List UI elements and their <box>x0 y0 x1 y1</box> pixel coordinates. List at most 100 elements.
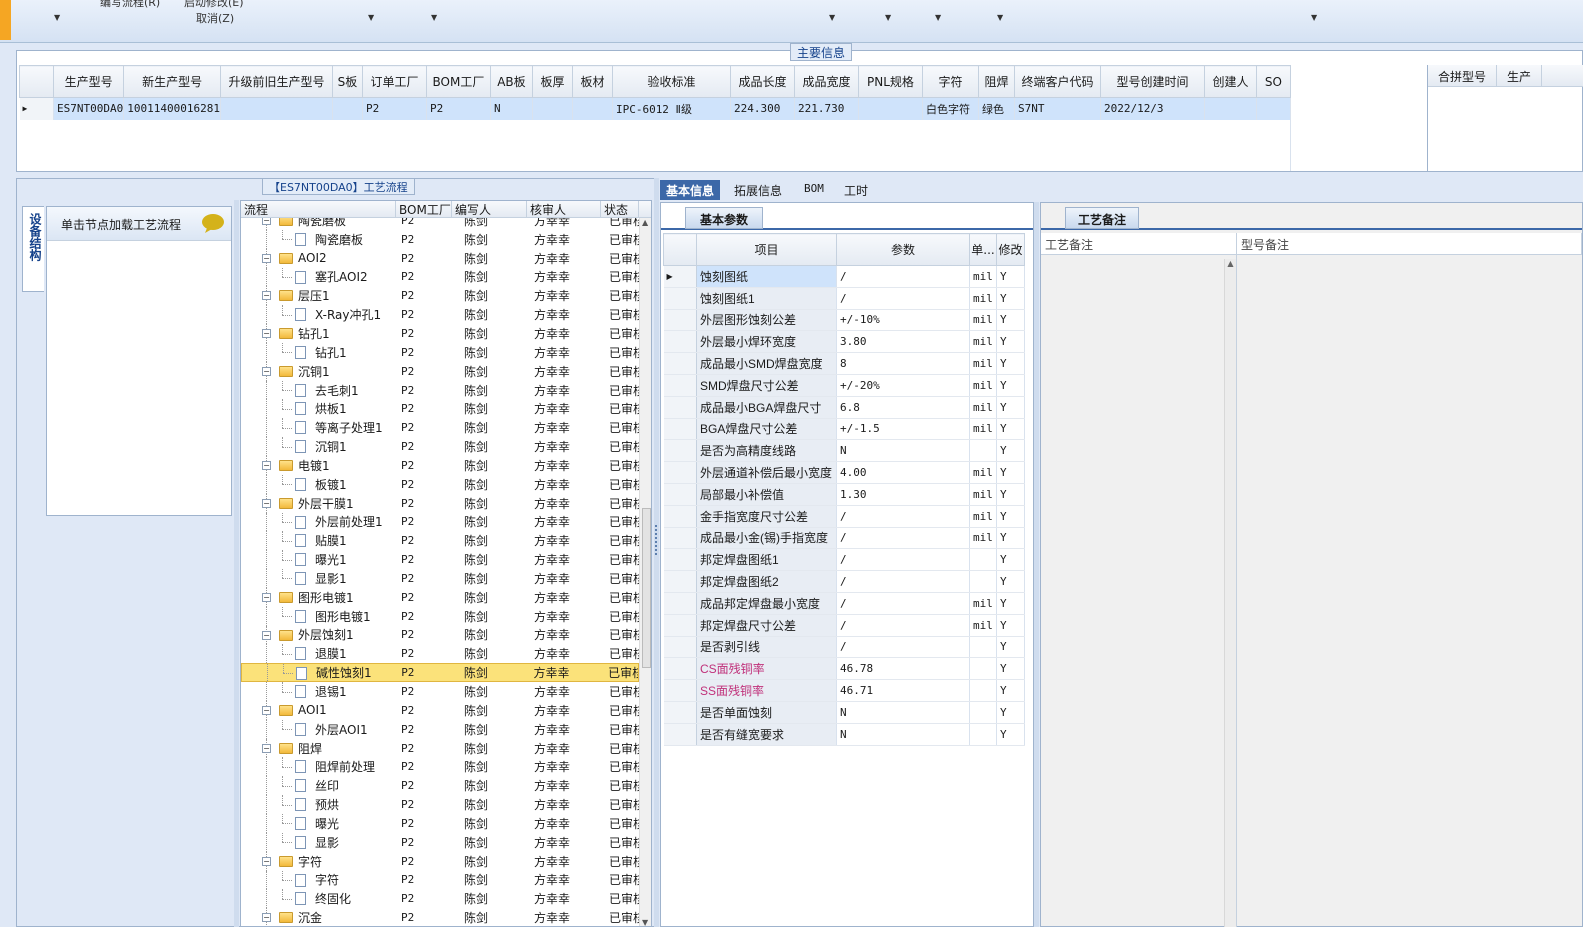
tab-equipment-structure[interactable]: 设备结构 <box>22 206 44 292</box>
main-col-header[interactable]: 板厚 <box>531 65 573 98</box>
main-cell[interactable] <box>572 97 613 120</box>
param-unit-cell[interactable]: mil <box>969 309 997 332</box>
main-cell[interactable]: S7NT <box>1014 97 1101 120</box>
param-item-cell[interactable]: 是否单面蚀刻 <box>696 701 837 724</box>
param-row[interactable]: 局部最小补偿值 1.30 mil Y <box>663 483 1025 506</box>
param-item-cell[interactable]: BGA焊盘尺寸公差 <box>696 418 837 441</box>
process-tree-row[interactable]: − 电镀1 P2 陈剑 方幸幸 已审核 <box>241 455 639 475</box>
param-row[interactable]: SS面残铜率 46.71 Y <box>663 679 1025 702</box>
col-modify[interactable]: 修改 <box>996 233 1025 266</box>
row-header[interactable] <box>663 396 697 419</box>
tab-extended-info[interactable]: 拓展信息 <box>728 180 788 200</box>
param-value-cell[interactable]: 6.8 <box>836 396 970 419</box>
process-tree-row[interactable]: 显影1 P2 陈剑 方幸幸 已审核 <box>241 569 639 588</box>
row-header[interactable] <box>663 592 697 615</box>
param-modify-cell[interactable]: Y <box>996 527 1025 550</box>
process-node[interactable]: 曝光1 <box>241 550 396 570</box>
param-modify-cell[interactable]: Y <box>996 679 1025 702</box>
param-row[interactable]: BGA焊盘尺寸公差 +/-1.5 mil Y <box>663 418 1025 441</box>
row-header[interactable] <box>663 657 697 681</box>
param-row[interactable]: 是否单面蚀刻 N Y <box>663 701 1025 724</box>
process-node[interactable]: 贴膜1 <box>241 531 396 551</box>
process-notes-title[interactable]: 工艺备注 <box>1065 207 1140 229</box>
main-cell[interactable]: N <box>490 97 533 120</box>
process-node[interactable]: 阻焊前处理 <box>241 757 396 777</box>
param-modify-cell[interactable]: Y <box>996 570 1025 593</box>
param-unit-cell[interactable] <box>969 548 997 572</box>
process-node[interactable]: 陶瓷磨板 <box>241 229 396 249</box>
dropdown-caret-icon[interactable]: ▼ <box>368 13 374 22</box>
param-item-cell[interactable]: 成品最小BGA焊盘尺寸 <box>696 396 837 419</box>
process-node[interactable]: 显影1 <box>241 569 396 588</box>
param-row[interactable]: 外层最小焊环宽度 3.80 mil Y <box>663 330 1025 354</box>
process-node[interactable]: − 钻孔1 <box>241 324 396 343</box>
param-item-cell[interactable]: 是否有缝宽要求 <box>696 723 837 746</box>
row-header[interactable] <box>663 352 697 375</box>
collapse-icon[interactable]: − <box>262 743 271 753</box>
param-modify-cell[interactable]: Y <box>996 396 1025 419</box>
row-header[interactable] <box>663 614 697 637</box>
param-unit-cell[interactable]: mil <box>969 396 997 419</box>
process-tree-row[interactable]: − 图形电镀1 P2 陈剑 方幸幸 已审核 <box>241 587 639 607</box>
tree-scrollbar[interactable]: ▲ ▼ <box>639 218 651 926</box>
param-row[interactable]: 是否有缝宽要求 N Y <box>663 723 1025 746</box>
param-unit-cell[interactable]: mil <box>969 527 997 550</box>
param-unit-cell[interactable]: mil <box>969 287 997 310</box>
param-modify-cell[interactable]: Y <box>996 439 1025 463</box>
process-node[interactable]: − 外层蚀刻1 <box>241 625 396 645</box>
process-tree-row[interactable]: − 字符 P2 陈剑 方幸幸 已审核 <box>241 851 639 871</box>
main-col-header[interactable]: 新生产型号 <box>123 65 221 98</box>
param-value-cell[interactable]: 3.80 <box>836 330 970 354</box>
process-notes-text[interactable]: ▲ <box>1041 255 1237 927</box>
param-item-cell[interactable]: 成品最小SMD焊盘宽度 <box>696 352 837 375</box>
param-item-cell[interactable]: 邦定焊盘图纸1 <box>696 548 837 572</box>
main-col-header[interactable]: 板材 <box>571 65 613 98</box>
param-row[interactable]: 邦定焊盘图纸1/ Y <box>663 548 1025 572</box>
param-modify-cell[interactable]: Y <box>996 505 1025 528</box>
param-value-cell[interactable]: 1.30 <box>836 483 970 506</box>
param-row[interactable]: 邦定焊盘图纸2/ Y <box>663 570 1025 593</box>
param-unit-cell[interactable]: mil <box>969 352 997 375</box>
param-row[interactable]: 外层图形蚀刻公差 +/-10% mil Y <box>663 309 1025 332</box>
main-cell[interactable]: 绿色 <box>978 97 1015 120</box>
main-col-header[interactable]: 升级前旧生产型号 <box>219 65 333 98</box>
param-value-cell[interactable]: / <box>836 527 970 550</box>
process-node[interactable]: 显影 <box>241 832 396 852</box>
collapse-icon[interactable]: − <box>262 592 271 602</box>
process-node[interactable]: 塞孔AOI2 <box>241 267 396 287</box>
process-node[interactable]: 烘板1 <box>241 399 396 419</box>
process-node[interactable]: 曝光 <box>241 814 396 833</box>
right-splitter[interactable] <box>1034 202 1039 927</box>
param-row[interactable]: SMD焊盘尺寸公差 +/-20% mil Y <box>663 374 1025 397</box>
row-header[interactable] <box>663 483 697 506</box>
param-modify-cell[interactable]: Y <box>996 701 1025 724</box>
collapse-icon[interactable]: − <box>262 498 271 508</box>
splitter-grip-icon[interactable] <box>655 525 657 555</box>
collapse-icon[interactable]: − <box>262 913 271 923</box>
param-modify-cell[interactable]: Y <box>996 309 1025 332</box>
process-node[interactable]: 退膜1 <box>241 644 396 664</box>
main-cell[interactable] <box>532 97 573 120</box>
main-cell[interactable]: 221.730 <box>794 97 859 120</box>
param-value-cell[interactable]: / <box>836 636 970 659</box>
main-col-header[interactable]: 型号创建时间 <box>1099 65 1205 98</box>
process-node[interactable]: 图形电镀1 <box>241 606 396 626</box>
process-tree-row[interactable]: 沉铜1 P2 陈剑 方幸幸 已审核 <box>241 437 639 456</box>
col-checker[interactable]: 核审人 <box>527 201 601 217</box>
param-unit-cell[interactable] <box>969 701 997 724</box>
main-cell[interactable] <box>220 97 333 120</box>
param-item-cell[interactable]: 局部最小补偿值 <box>696 483 837 506</box>
tab-basic-info[interactable]: 基本信息 <box>660 180 721 200</box>
param-modify-cell[interactable]: Y <box>996 657 1025 681</box>
param-unit-cell[interactable] <box>969 657 997 681</box>
col-value[interactable]: 参数 <box>836 233 970 266</box>
param-modify-cell[interactable]: Y <box>996 592 1025 615</box>
process-tree-row[interactable]: 终固化 P2 陈剑 方幸幸 已审核 <box>241 889 639 909</box>
process-node[interactable]: − 沉金 <box>241 908 396 926</box>
row-header[interactable] <box>663 374 697 397</box>
param-value-cell[interactable]: 8 <box>836 352 970 375</box>
scroll-up-icon[interactable]: ▲ <box>642 218 648 227</box>
col-process[interactable]: 流程 <box>241 201 396 217</box>
main-col-header[interactable]: S板 <box>331 65 363 98</box>
process-tree-row[interactable]: 曝光 P2 陈剑 方幸幸 已审核 <box>241 814 639 833</box>
